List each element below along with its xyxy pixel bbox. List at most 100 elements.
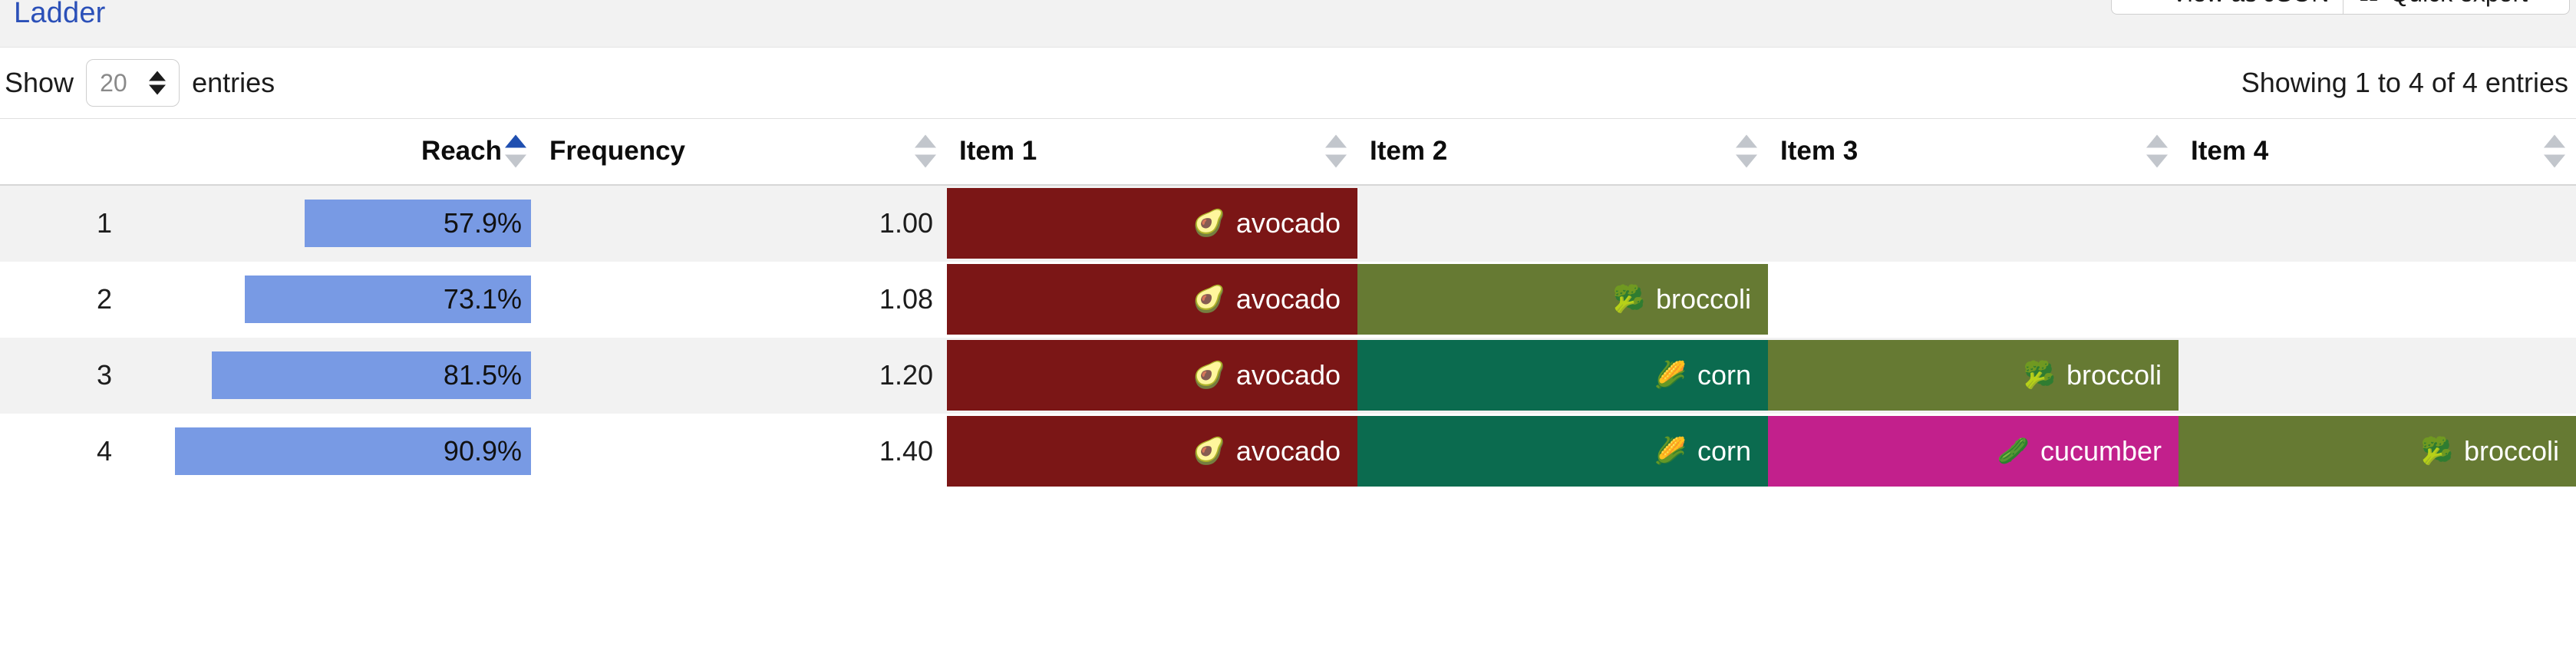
column-header-reach[interactable]: Reach [130,118,537,185]
item-empty [1357,188,1768,259]
reach-bar-wrap: 90.9% [130,414,537,490]
reach-bar: 81.5% [212,351,531,399]
item-4-cell [2179,185,2576,262]
item-3-cell: 🥒 cucumber [1768,414,2179,490]
row-index: 3 [96,359,112,391]
table-row[interactable]: 3 81.5% 1.20 🥑 avocado 🌽 corn 🥦 broccoli [0,337,2576,414]
sort-asc-icon [2544,134,2565,148]
sort-desc-icon [505,154,526,168]
page-length-value: 20 [100,68,127,97]
view-as-json-button[interactable]: </> View as JSON [2110,0,2343,15]
column-header-reach-label: Reach [421,136,502,167]
item-2-cell: 🌽 corn [1357,338,1768,414]
column-header-item-4[interactable]: Item 4 [2179,118,2576,185]
column-header-item-1[interactable]: Item 1 [947,118,1357,185]
view-as-json-label: View as JSON [2172,0,2330,5]
entries-label: entries [192,67,275,98]
sort-asc-icon [505,134,526,148]
row-index: 2 [96,283,112,315]
item-3-cell [1768,185,2179,262]
stepper-up-icon[interactable] [149,71,167,81]
stepper-icon[interactable] [149,71,167,95]
reach-bar-wrap: 57.9% [130,186,537,262]
table-row[interactable]: 2 73.1% 1.08 🥑 avocado 🥦 broccoli [0,261,2576,338]
sort-icon-item-4[interactable] [2544,134,2565,168]
column-header-item-2-label: Item 2 [1370,136,1448,167]
page-length-group: Show 20 entries [5,59,275,107]
sort-icon-frequency[interactable] [915,134,936,168]
column-header-item-3[interactable]: Item 3 [1768,118,2179,185]
item-chip: 🥑 avocado [947,188,1357,259]
item-label: avocado [1235,435,1341,467]
corn-icon: 🌽 [1654,437,1687,466]
avocado-icon: 🥑 [1192,361,1225,390]
reach-cell: 57.9% [130,185,537,262]
broccoli-icon: 🥦 [1612,285,1645,314]
item-chip: 🥒 cucumber [1768,416,2179,487]
reach-cell: 73.1% [130,262,537,338]
quick-export-label: Quick export [2390,0,2528,5]
item-empty [2179,264,2576,335]
item-4-cell [2179,338,2576,414]
sort-asc-icon [1325,134,1347,148]
card-header: Ladder </> View as JSON Quick export [0,0,2576,48]
code-icon: </> [2126,0,2164,5]
column-header-item-3-label: Item 3 [1780,136,1859,167]
table-row[interactable]: 1 57.9% 1.00 🥑 avocado [0,184,2576,262]
item-label: corn [1697,435,1751,467]
reach-cell: 81.5% [130,338,537,414]
reach-value-label: 73.1% [443,283,522,315]
frequency-cell: 1.00 [879,207,933,239]
cucumber-icon: 🥒 [1997,437,2030,466]
reach-bar-wrap: 73.1% [130,262,537,338]
sort-icon-item-2[interactable] [1736,134,1757,168]
ladder-table: Reach Frequency Item 1 Item 2 Item 3 Ite… [0,118,2576,490]
item-label: avocado [1235,207,1341,239]
item-label: broccoli [2463,435,2559,467]
item-4-cell: 🥦 broccoli [2179,414,2576,490]
item-chip: 🌽 corn [1357,416,1768,487]
column-header-item-1-label: Item 1 [959,136,1037,167]
item-1-cell: 🥑 avocado [947,262,1357,338]
item-4-cell [2179,262,2576,338]
page-length-select[interactable]: 20 [86,59,180,107]
frequency-cell: 1.40 [879,435,933,467]
table-head: Reach Frequency Item 1 Item 2 Item 3 Ite… [0,118,2576,185]
column-header-item-2[interactable]: Item 2 [1357,118,1768,185]
sort-asc-icon [1736,134,1757,148]
reach-bar: 73.1% [245,276,531,323]
sort-icon-item-3[interactable] [2146,134,2168,168]
table-row[interactable]: 4 90.9% 1.40 🥑 avocado 🌽 corn 🥒 cucumber 🥦 broccol… [0,413,2576,490]
reach-value-label: 90.9% [443,435,522,467]
item-empty [2179,188,2576,259]
stepper-down-icon[interactable] [149,84,167,95]
table-header-row: Reach Frequency Item 1 Item 2 Item 3 Ite… [0,118,2576,185]
item-empty [1768,188,2179,259]
table-body: 1 57.9% 1.00 🥑 avocado 2 73.1% 1.08 🥑 avocado 🥦 bro… [0,184,2576,490]
header-actions: </> View as JSON Quick export [2110,0,2570,15]
column-header-frequency[interactable]: Frequency [537,118,947,185]
quick-export-button[interactable]: Quick export [2343,0,2570,15]
reach-bar: 90.9% [175,427,531,475]
item-chip: 🌽 corn [1357,340,1768,411]
frequency-cell: 1.20 [879,359,933,391]
item-label: avocado [1235,283,1341,315]
item-1-cell: 🥑 avocado [947,185,1357,262]
download-icon [2357,0,2380,5]
avocado-icon: 🥑 [1192,209,1225,238]
item-chip: 🥦 broccoli [1357,264,1768,335]
item-label: corn [1697,359,1751,391]
avocado-icon: 🥑 [1192,285,1225,314]
reach-bar: 57.9% [304,200,531,247]
item-2-cell: 🌽 corn [1357,414,1768,490]
item-1-cell: 🥑 avocado [947,338,1357,414]
item-label: cucumber [2040,435,2162,467]
item-label: broccoli [2066,359,2162,391]
sort-icon-reach[interactable] [505,134,526,168]
sort-icon-item-1[interactable] [1325,134,1347,168]
item-label: broccoli [1655,283,1751,315]
show-label: Show [5,67,74,98]
item-empty [2179,340,2576,411]
sort-desc-icon [1325,154,1347,168]
page-title: Ladder [14,0,106,29]
